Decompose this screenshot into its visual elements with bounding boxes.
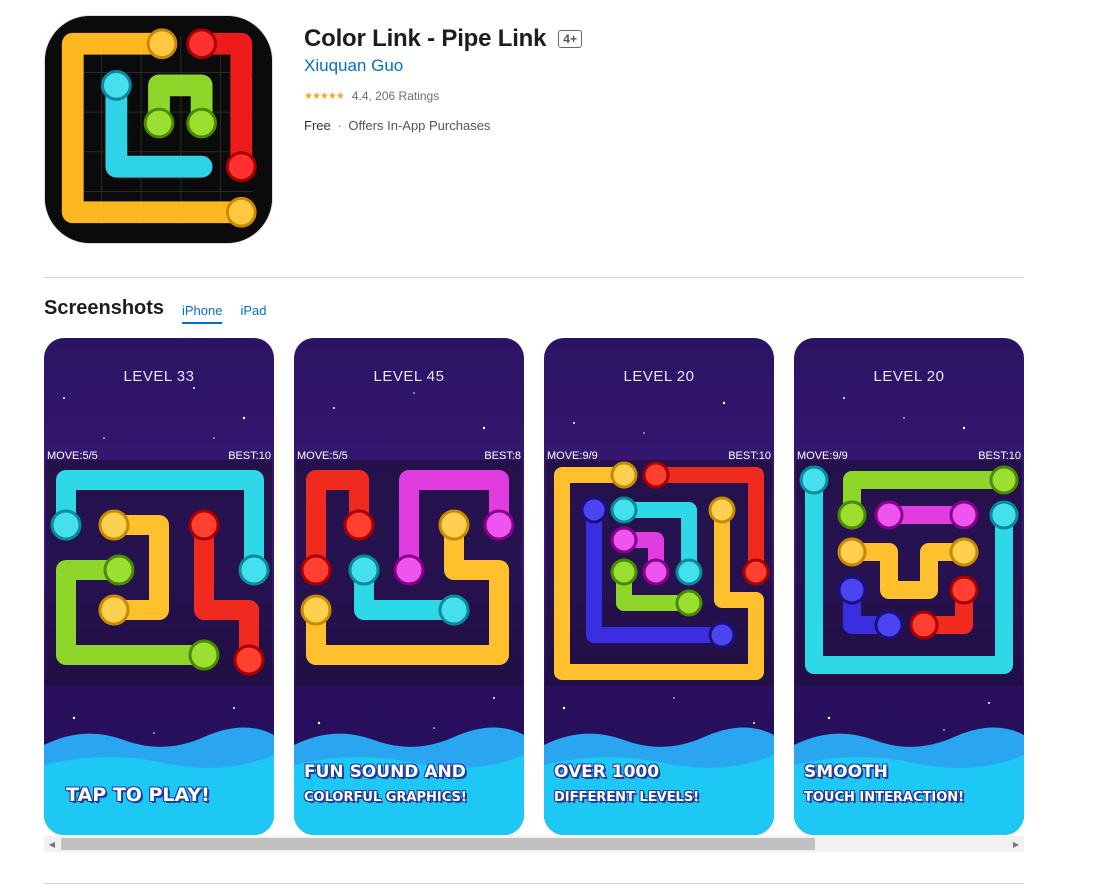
wave-decoration [44,727,274,835]
price-info: Free · Offers In-App Purchases [304,118,490,133]
tab-iphone[interactable]: iPhone [182,303,223,324]
developer-link[interactable]: Xiuquan Guo [304,56,403,76]
caption-line-1: SMOOTH [804,762,888,782]
scroll-left-icon[interactable]: ◀ [44,836,60,852]
screenshot-2[interactable]: LEVEL 45 MOVE:5/5 BEST:8 FUN SOUND AND C… [294,338,524,835]
device-tabs: iPhone iPad [182,303,267,324]
caption-line-1: OVER 1000 [554,762,660,782]
scroll-thumb[interactable] [61,838,815,850]
screenshot-4[interactable]: LEVEL 20 MOVE:9/9 BEST:10 SMOOTH TOUCH I… [794,338,1024,835]
caption-line-1: FUN SOUND AND [304,762,466,782]
app-icon [44,15,273,244]
puzzle-board [296,460,522,686]
in-app-purchases-label: Offers In-App Purchases [348,118,491,133]
header-divider [44,277,1024,278]
caption-line-2: COLORFUL GRAPHICS! [304,790,467,805]
caption-line-2: DIFFERENT LEVELS! [554,790,700,805]
app-title: Color Link - Pipe Link [304,25,547,52]
screenshot-1[interactable]: LEVEL 33 MOVE:5/5 BEST:10 TAP TO PLAY! [44,338,274,835]
footer-divider [44,883,1024,884]
price-label: Free [304,118,331,133]
caption-line-1: TAP TO PLAY! [66,784,210,806]
rating-summary: ★★★★★ 4.4, 206 Ratings [304,89,439,103]
price-separator: · [337,118,342,133]
caption-line-2: TOUCH INTERACTION! [804,790,965,805]
pipe-puzzle-icon [45,16,272,243]
level-label: LEVEL 20 [623,368,695,385]
age-rating-badge: 4+ [558,30,582,48]
screenshots-heading: Screenshots [44,297,165,319]
screenshot-3[interactable]: LEVEL 20 MOVE:9/9 BEST:10 OVER 1000 DIFF… [544,338,774,835]
level-label: LEVEL 20 [873,368,945,385]
tab-ipad[interactable]: iPad [240,303,266,324]
puzzle-board [46,460,272,686]
puzzle-board [546,460,772,686]
level-label: LEVEL 33 [123,368,195,385]
screenshot-gallery: LEVEL 33 MOVE:5/5 BEST:10 TAP TO PLAY! L… [44,338,1024,835]
scroll-right-icon[interactable]: ▶ [1008,836,1024,852]
gallery-scrollbar[interactable]: ◀ ▶ [44,836,1024,852]
star-rating-icon: ★★★★★ [304,90,345,102]
level-label: LEVEL 45 [373,368,445,385]
rating-text: 4.4, 206 Ratings [351,89,440,103]
puzzle-board [796,460,1022,686]
